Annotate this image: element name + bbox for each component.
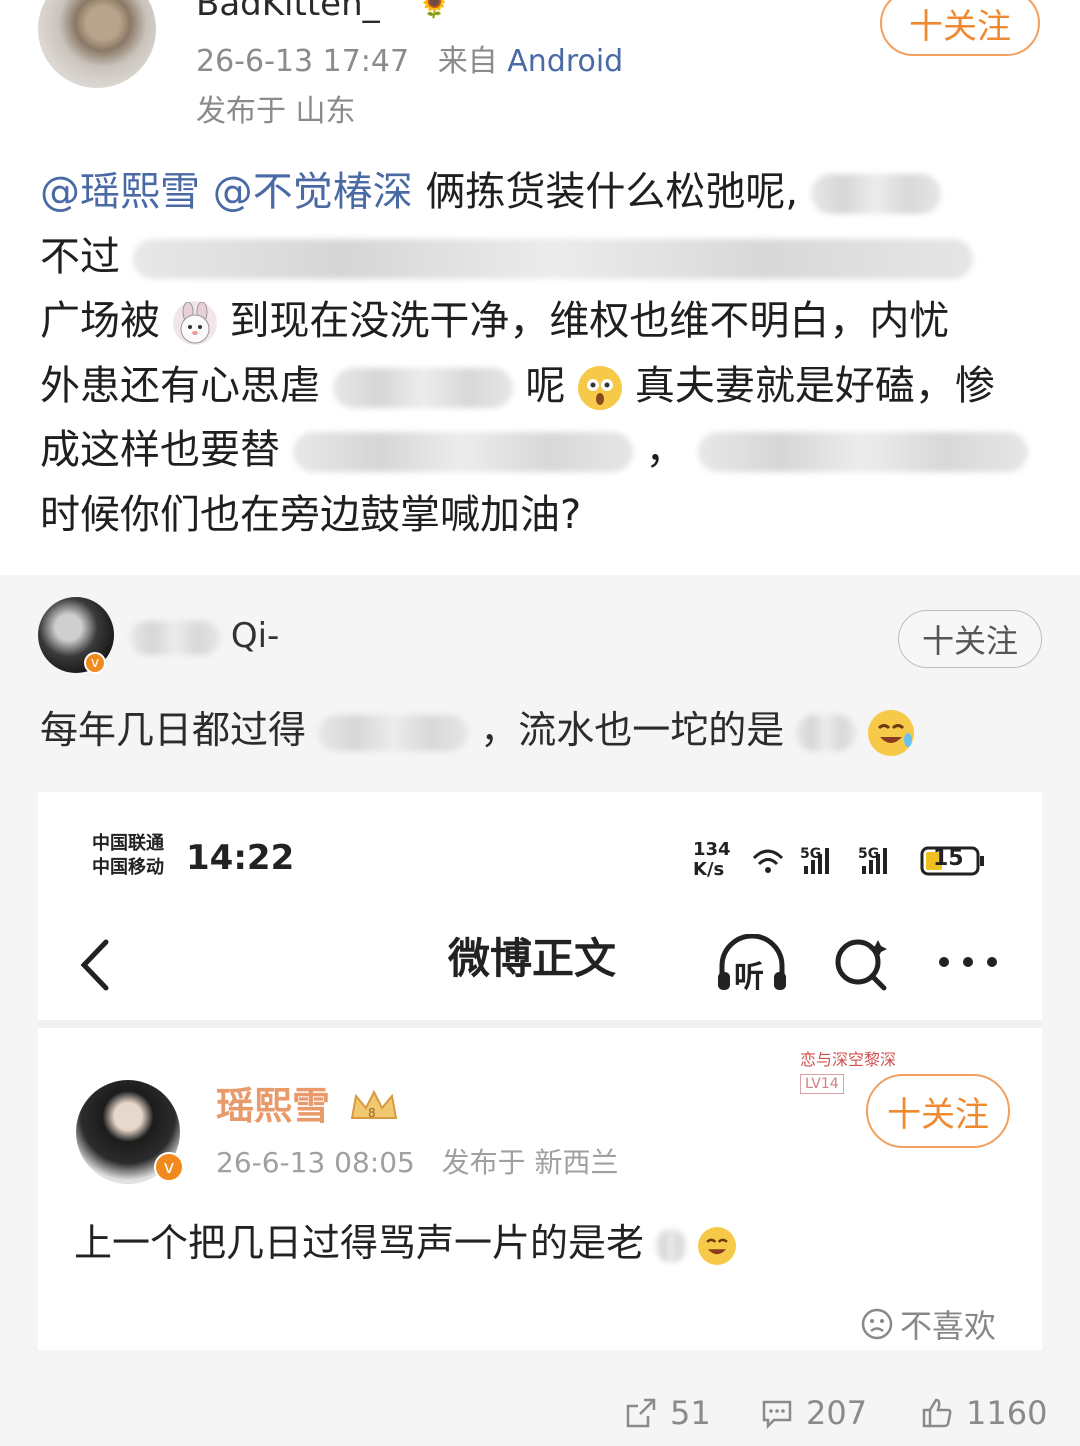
blurred-text [318, 714, 469, 751]
svg-text:8: 8 [368, 1106, 376, 1120]
mention-link[interactable]: @不觉椿深 [213, 169, 413, 215]
blurred-text [796, 714, 857, 751]
mention-link[interactable]: @瑶熙雪 [40, 169, 200, 215]
author-avatar[interactable] [38, 0, 156, 88]
repost-follow-button[interactable]: 十关注 [898, 610, 1042, 668]
post-location: 发布于 山东 [196, 94, 356, 129]
blurred-text [292, 432, 633, 472]
post-text-segment: 到现在没洗干净，维权也维不明白，内忧 [229, 298, 950, 344]
post-text-segment: 呢 [525, 362, 566, 409]
inner-follow-button: 十关注 [866, 1074, 1010, 1148]
repost-text-segment: ，流水也一坨的是 [480, 708, 785, 752]
shocked-emoji-icon [578, 365, 623, 410]
fan-level: LV14 [800, 1074, 844, 1094]
comment-icon [762, 1400, 792, 1430]
embedded-screenshot-image[interactable]: 中国联通 中国移动 14:22 134 K/s 5G 5G 15 微博正文 听 … [38, 792, 1042, 1350]
dislike-label: 不喜欢 [899, 1307, 996, 1345]
post-text-segment: 俩拣货装什么松弛呢, [425, 169, 799, 215]
author-username[interactable]: BadKitten_ [196, 0, 380, 24]
post-time: 26-6-13 17:47 [196, 44, 410, 79]
comment-count: 207 [806, 1394, 868, 1432]
post-body: @瑶熙雪 @不觉椿深 俩拣货装什么松弛呢, 不过 广场被 到现在没洗干净，维权也… [40, 160, 1040, 547]
screenshot-nav-title: 微博正文 [448, 934, 617, 983]
repost-username-text: Qi- [230, 616, 280, 656]
post-text-segment: ， [645, 427, 686, 473]
inner-post-location: 发布于 新西兰 [441, 1146, 619, 1179]
follow-button[interactable]: 十关注 [880, 0, 1040, 56]
carrier-labels: 中国联通 中国移动 [92, 832, 164, 880]
repost-text-segment: 每年几日都过得 [40, 708, 307, 752]
post-text-segment: 外患还有心思虐 [40, 362, 320, 409]
post-meta: 26-6-13 17:47 来自 Android [196, 44, 623, 80]
crown-badge-icon: 8 [350, 1089, 398, 1120]
crying-laugh-emoji-icon [868, 709, 915, 756]
blurred-text [698, 432, 1029, 472]
blurred-text [656, 1228, 687, 1263]
battery-level: 15 [933, 846, 964, 871]
blurred-text [810, 174, 941, 214]
comment-action[interactable]: 207 [760, 1380, 867, 1446]
blurred-text [132, 238, 973, 279]
share-icon [626, 1398, 656, 1428]
listen-label: 听 [734, 960, 764, 995]
status-icons: 5G 5G [752, 846, 984, 876]
thumbs-up-icon [922, 1398, 952, 1428]
wifi-icon [752, 849, 784, 873]
post-source-prefix: 来自 [437, 44, 498, 79]
post-text-segment: 时候你们也在旁边鼓掌喊加油? [40, 491, 582, 538]
dislike-button: 不喜欢 [848, 1298, 1008, 1350]
more-menu-icon[interactable] [936, 954, 1000, 970]
fan-tag: 恋与深空黎深 [800, 1050, 897, 1069]
status-time: 14:22 [186, 838, 295, 878]
like-count: 1160 [966, 1394, 1048, 1432]
repost-body: 每年几日都过得 ，流水也一坨的是 [40, 700, 915, 760]
back-arrow-icon[interactable] [76, 938, 112, 992]
inner-post-text: 上一个把几日过得骂声一片的是老 [74, 1220, 737, 1266]
post-text-segment: 成这样也要替 [40, 427, 280, 473]
post-source[interactable]: Android [507, 44, 623, 79]
carrier-1: 中国联通 [92, 833, 164, 854]
inner-post-text-content: 上一个把几日过得骂声一片的是老 [74, 1221, 645, 1265]
inner-post-time: 26-6-13 08:05 [216, 1146, 415, 1179]
blurred-text [332, 367, 513, 408]
rabbit-emoji-icon [172, 301, 217, 345]
repost-count: 51 [670, 1394, 711, 1432]
blurred-text [130, 620, 220, 655]
post-text-segment: 不过 [40, 233, 120, 280]
listen-headphones-icon[interactable]: 听 [714, 933, 790, 995]
inner-post-meta: 26-6-13 08:05 发布于 新西兰 [216, 1146, 618, 1180]
verified-badge-icon: v [84, 652, 106, 674]
repost-action[interactable]: 51 [624, 1380, 711, 1446]
like-action[interactable]: 1160 [920, 1380, 1047, 1446]
post-text-segment: 真夫妻就是好磕，惨 [634, 362, 995, 409]
repost-author-username[interactable]: Qi- [130, 616, 279, 656]
net-speed: 134 K/s [693, 839, 731, 880]
post-text-segment: 广场被 [40, 298, 160, 344]
search-icon[interactable] [832, 934, 892, 994]
verified-badge-icon: v [154, 1152, 184, 1182]
phone-status-bar: 中国联通 中国移动 14:22 134 K/s 5G 5G 15 [38, 792, 1042, 912]
sad-face-icon [861, 1308, 893, 1340]
action-bar: 51 207 1160 [0, 1380, 1080, 1446]
sunflower-badge-icon: 🌻 [418, 0, 451, 20]
carrier-2: 中国移动 [92, 857, 164, 878]
crying-laugh-emoji-icon [698, 1226, 737, 1265]
inner-author-username: 瑶熙雪 [216, 1084, 331, 1128]
